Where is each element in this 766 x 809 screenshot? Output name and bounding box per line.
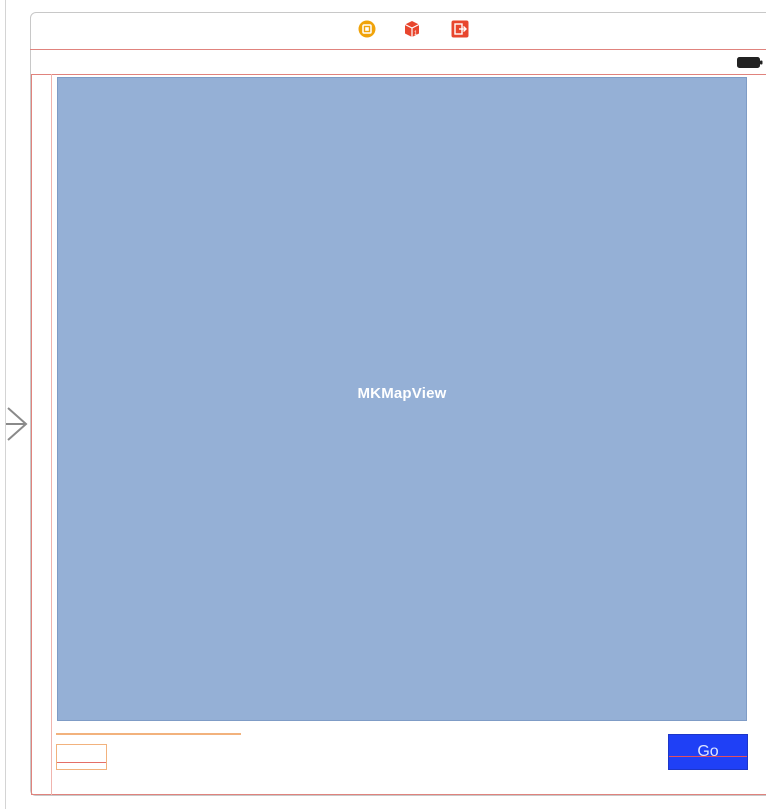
exit-icon[interactable]	[451, 20, 469, 38]
status-bar	[31, 51, 766, 73]
leading-margin-guide	[51, 74, 52, 795]
storyboard-canvas: 1 MKMapView Go	[0, 0, 766, 809]
address-text-field[interactable]	[56, 744, 107, 770]
battery-icon	[737, 57, 763, 68]
view-controller-icon[interactable]	[358, 20, 376, 38]
text-field-guide	[56, 733, 241, 735]
go-button-constraint-line	[669, 756, 747, 757]
scene-dock-divider	[30, 49, 766, 50]
go-button-label: Go	[697, 743, 719, 760]
scene-dock: 1	[30, 12, 766, 50]
first-responder-icon[interactable]: 1	[403, 20, 421, 38]
initial-scene-arrow-icon[interactable]	[6, 404, 30, 444]
go-button[interactable]: Go	[668, 734, 748, 770]
text-field-constraint-line	[57, 762, 106, 763]
map-view-label: MKMapView	[357, 384, 447, 402]
map-view[interactable]: MKMapView	[57, 77, 747, 721]
